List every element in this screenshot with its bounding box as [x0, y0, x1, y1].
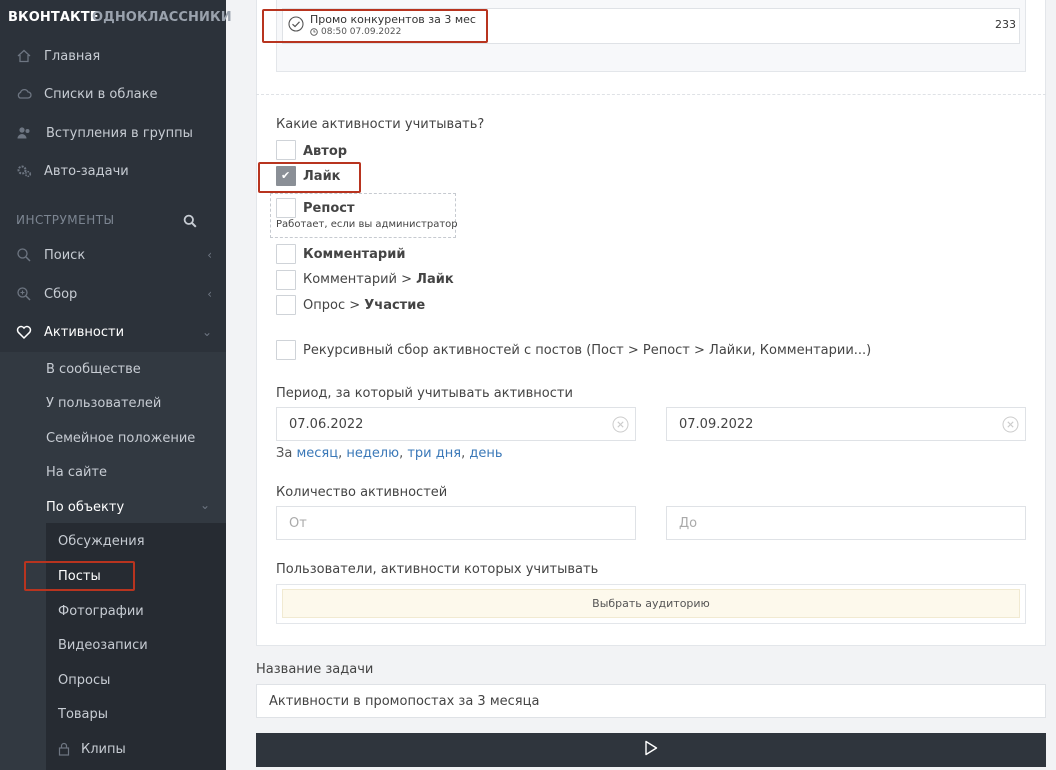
vk-tab[interactable]: ВКОНТАКТЕ [8, 10, 99, 25]
nav-activities[interactable]: Активности ⌄ [0, 314, 226, 350]
nav-label: Поиск [44, 247, 86, 263]
nav-label: Сбор [44, 286, 78, 302]
search-icon[interactable] [183, 213, 197, 228]
sub-item-family-status[interactable]: Семейное положение [46, 423, 195, 453]
count-to-placeholder: До [679, 515, 698, 531]
task-name-value: Активности в промопостах за 3 месяца [269, 693, 540, 709]
sub-item-by-object[interactable]: По объекту [46, 492, 124, 522]
period-label: Период, за который учитывать активности [276, 386, 573, 401]
count-from-input[interactable]: От [276, 506, 636, 540]
recursive-checkbox[interactable] [276, 340, 296, 360]
period-quick-links: За месяц, неделю, три дня, день [276, 446, 503, 461]
repost-label: Репост [303, 201, 355, 216]
nav-label: Вступления в группы [46, 125, 193, 141]
clear-icon[interactable] [1002, 416, 1019, 433]
subsub-item-photos[interactable]: Фотографии [58, 596, 144, 626]
sidebar: ВКОНТАКТЕ ОДНОКЛАССНИКИ Главная Списки в… [0, 0, 232, 770]
main-content: Промо конкурентов за 3 мес 08:50 07.09.2… [226, 0, 1056, 770]
chevron-left-icon: ‹ [207, 248, 212, 262]
cloud-icon [16, 86, 32, 102]
search-icon [16, 247, 32, 263]
author-label: Автор [303, 144, 348, 159]
nav-home[interactable]: Главная [0, 38, 226, 74]
nav-auto-tasks[interactable]: Авто-задачи [0, 153, 226, 189]
comment-like-label: Комментарий > Лайк [303, 272, 454, 287]
nav-label: Авто-задачи [44, 163, 129, 179]
users-label: Пользователи, активности которых учитыва… [276, 562, 599, 577]
nav-search[interactable]: Поиск ‹ [0, 237, 226, 273]
count-label: Количество активностей [276, 485, 448, 500]
play-icon [644, 740, 658, 760]
author-checkbox[interactable] [276, 140, 296, 160]
tools-section-title: ИНСТРУМЕНТЫ [16, 213, 115, 227]
subsub-item-polls[interactable]: Опросы [58, 665, 110, 695]
divider [256, 94, 1046, 95]
gears-icon [16, 163, 32, 179]
heart-icon [16, 324, 32, 340]
nav-cloud-lists[interactable]: Списки в облаке [0, 76, 226, 112]
repost-note-box [270, 193, 456, 238]
period-month-link[interactable]: месяц [296, 446, 338, 461]
sub-item-on-site[interactable]: На сайте [46, 457, 107, 487]
task-name-label: Название задачи [256, 662, 374, 677]
subsub-item-clips[interactable]: Клипы [81, 734, 126, 764]
period-from-value: 07.06.2022 [289, 416, 364, 432]
period-to-input[interactable]: 07.09.2022 [666, 407, 1026, 441]
period-from-input[interactable]: 07.06.2022 [276, 407, 636, 441]
settings-card [256, 0, 1046, 646]
clear-icon[interactable] [612, 416, 629, 433]
recursive-label: Рекурсивный сбор активностей с постов (П… [303, 343, 872, 358]
ok-tab[interactable]: ОДНОКЛАССНИКИ [92, 10, 232, 25]
repost-checkbox[interactable] [276, 198, 296, 218]
count-to-input[interactable]: До [666, 506, 1026, 540]
comment-like-checkbox[interactable] [276, 270, 296, 290]
nav-label: Активности [44, 324, 125, 340]
subsub-item-products[interactable]: Товары [58, 699, 108, 729]
activities-question: Какие активности учитывать? [276, 117, 485, 132]
post-count: 233 [995, 18, 1016, 31]
period-week-link[interactable]: неделю [346, 446, 399, 461]
poll-checkbox[interactable] [276, 295, 296, 315]
period-day-link[interactable]: день [469, 446, 502, 461]
subsub-item-videos[interactable]: Видеозаписи [58, 630, 148, 660]
chevron-left-icon: ‹ [207, 287, 212, 301]
home-icon [16, 48, 32, 64]
comment-label: Комментарий [303, 247, 406, 262]
zoom-plus-icon [16, 286, 32, 302]
select-audience-button[interactable]: Выбрать аудиторию [282, 589, 1020, 618]
task-name-input[interactable]: Активности в промопостах за 3 месяца [256, 684, 1046, 718]
nav-group-joins[interactable]: Вступления в группы [0, 115, 226, 151]
chevron-down-icon: ⌄ [201, 325, 212, 339]
users-icon [16, 125, 32, 141]
sub-item-community[interactable]: В сообществе [46, 354, 141, 384]
run-task-button[interactable] [256, 733, 1046, 767]
chevron-down-icon: ⌄ [200, 498, 211, 512]
sub-item-users[interactable]: У пользователей [46, 388, 161, 418]
highlight-frame [258, 162, 361, 193]
nav-label: Главная [44, 48, 101, 64]
subsub-item-discussions[interactable]: Обсуждения [58, 526, 145, 556]
poll-label: Опрос > Участие [303, 298, 426, 313]
nav-collect[interactable]: Сбор ‹ [0, 276, 226, 312]
comment-checkbox[interactable] [276, 244, 296, 264]
nav-label: Списки в облаке [44, 86, 158, 102]
count-from-placeholder: От [289, 515, 307, 531]
repost-note: Работает, если вы администратор [276, 219, 458, 230]
period-to-value: 07.09.2022 [679, 416, 754, 432]
period-three-days-link[interactable]: три дня [407, 446, 461, 461]
highlight-frame [24, 561, 135, 591]
lock-icon [58, 741, 70, 756]
highlight-frame [262, 9, 488, 43]
